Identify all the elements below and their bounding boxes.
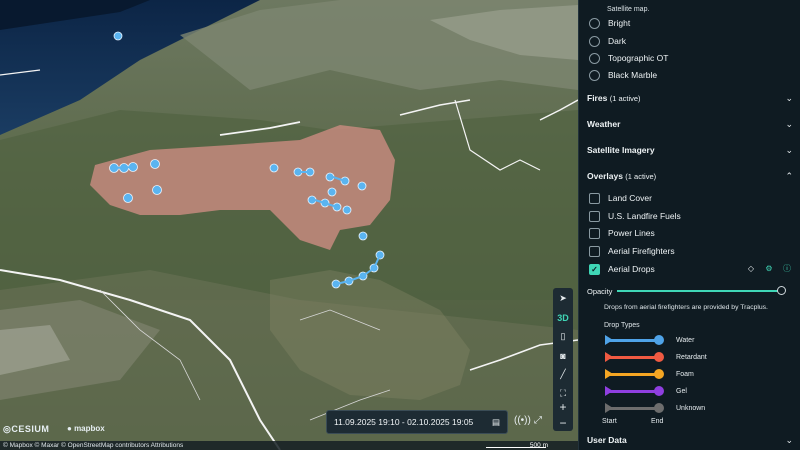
drop-type-label: Gel	[676, 387, 687, 395]
chevron-up-icon: ⌃	[785, 170, 793, 181]
zoom-controls: + −	[553, 399, 573, 431]
opacity-slider-thumb[interactable]	[777, 286, 786, 295]
section-satellite-imagery[interactable]: Satellite Imagery ⌄	[587, 143, 793, 157]
drop-marker[interactable]	[358, 231, 368, 241]
aerial-drops-actions: ◇ ⚙ ⓘ	[746, 263, 792, 273]
chevron-down-icon: ⌄	[785, 118, 793, 129]
section-weather[interactable]: Weather ⌄	[587, 117, 793, 131]
legend-start-label: Start	[602, 418, 617, 425]
drop-type-swatch	[605, 402, 664, 413]
overlay-aerial-firefighters[interactable]: Aerial Firefighters	[589, 244, 675, 258]
map-toolbar: ➤ 3D ▯ ◙ ╱ ⛶	[553, 288, 573, 404]
drop-line	[113, 166, 134, 169]
drop-marker[interactable]	[342, 205, 352, 215]
start-triangle-icon	[605, 334, 613, 345]
drop-marker[interactable]	[150, 159, 160, 169]
start-triangle-icon	[605, 402, 613, 413]
layers-sidebar: Satellite map. Bright Dark Topographic O…	[578, 0, 800, 450]
overlay-aerial-drops[interactable]: ✓ Aerial Drops	[589, 262, 655, 276]
section-fires[interactable]: Fires (1 active) ⌄	[587, 91, 793, 105]
drop-type-label: Water	[676, 336, 695, 344]
start-triangle-icon	[605, 368, 613, 379]
legend-end-label: End	[651, 418, 664, 425]
drop-marker[interactable]	[327, 187, 337, 197]
opacity-slider-track[interactable]	[617, 290, 782, 292]
cesium-logo: ◎CESIUM	[3, 424, 50, 434]
end-circle-icon	[654, 368, 664, 379]
drop-type-swatch	[605, 351, 664, 362]
drop-type-unknown: Unknown	[605, 402, 705, 414]
basemap-option-dark[interactable]: Dark	[589, 34, 626, 48]
zoom-in-button[interactable]: +	[554, 399, 572, 415]
start-triangle-icon	[605, 385, 613, 396]
section-overlays[interactable]: Overlays (1 active) ⌃	[587, 169, 793, 183]
calendar-icon[interactable]: ▤	[492, 417, 500, 428]
end-circle-icon	[654, 385, 664, 396]
overlay-land-cover[interactable]: Land Cover	[589, 191, 652, 205]
drop-marker[interactable]	[357, 181, 367, 191]
expand-timeline-icon[interactable]: ⤢	[534, 415, 542, 426]
overlay-landfire-fuels[interactable]: U.S. Landfire Fuels	[589, 209, 681, 223]
zoom-out-button[interactable]: −	[554, 415, 572, 431]
chevron-down-icon: ⌄	[785, 144, 793, 155]
basemap-option-bright[interactable]: Bright	[589, 16, 630, 30]
drop-type-swatch	[605, 368, 664, 379]
drop-marker[interactable]	[325, 172, 335, 182]
drop-marker[interactable]	[113, 31, 123, 41]
drop-type-swatch	[605, 334, 664, 345]
tag-icon[interactable]: ◇	[746, 263, 756, 273]
checkbox[interactable]	[589, 245, 600, 257]
scale-label: 500 m	[529, 442, 548, 449]
settings-icon[interactable]: ⚙	[764, 263, 774, 273]
opacity-label: Opacity	[587, 287, 613, 296]
radio-button[interactable]	[589, 52, 600, 64]
scale-line	[486, 447, 546, 448]
chevron-down-icon: ⌄	[785, 92, 793, 103]
radio-button[interactable]	[589, 17, 600, 29]
drop-type-foam: Foam	[605, 368, 694, 380]
drop-marker[interactable]	[269, 163, 279, 173]
3d-toggle-button[interactable]: 3D	[554, 309, 572, 326]
info-icon[interactable]: ⓘ	[782, 263, 792, 273]
drop-marker[interactable]	[123, 193, 133, 203]
camera-icon[interactable]: ◙	[554, 347, 572, 364]
map-viewport[interactable]: ➤ 3D ▯ ◙ ╱ ⛶ + − 11.09.2025 19:10 - 02.1…	[0, 0, 578, 450]
checkbox[interactable]	[589, 192, 600, 204]
end-circle-icon	[654, 402, 664, 413]
drops-source-note: Drops from aerial firefighters are provi…	[604, 304, 768, 311]
drop-types-label: Drop Types	[604, 322, 640, 329]
radio-button[interactable]	[589, 35, 600, 47]
drop-type-label: Unknown	[676, 404, 706, 412]
checkbox[interactable]	[589, 210, 600, 222]
time-range-picker[interactable]: 11.09.2025 19:10 - 02.10.2025 19:05 ▤	[326, 410, 508, 434]
drop-type-label: Foam	[676, 370, 694, 378]
section-user-data[interactable]: User Data ⌄	[587, 433, 793, 447]
overlay-power-lines[interactable]: Power Lines	[589, 226, 655, 240]
drop-marker[interactable]	[152, 185, 162, 195]
satellite-map-label: Satellite map.	[607, 6, 650, 13]
time-range-text: 11.09.2025 19:10 - 02.10.2025 19:05	[334, 417, 474, 427]
start-triangle-icon	[605, 351, 613, 362]
live-signal-icon[interactable]: ((•))	[514, 415, 531, 426]
end-circle-icon	[654, 351, 664, 362]
book-icon[interactable]: ▯	[554, 328, 572, 345]
drop-line	[335, 254, 381, 285]
navigation-arrow-icon[interactable]: ➤	[554, 290, 572, 307]
drop-type-gel: Gel	[605, 385, 687, 397]
radio-button[interactable]	[589, 69, 600, 81]
drop-type-retardant: Retardant	[605, 351, 707, 363]
drop-type-water: Water	[605, 334, 694, 346]
basemap-option-topographic[interactable]: Topographic OT	[589, 51, 668, 65]
chevron-down-icon: ⌄	[785, 434, 793, 445]
drop-marker[interactable]	[307, 195, 317, 205]
end-circle-icon	[654, 334, 664, 345]
drop-type-swatch	[605, 385, 664, 396]
mapbox-logo: ● mapbox	[67, 424, 105, 433]
aerial-drops-layer	[109, 31, 385, 289]
checkbox[interactable]	[589, 227, 600, 239]
basemap-option-black-marble[interactable]: Black Marble	[589, 68, 657, 82]
ruler-icon[interactable]: ╱	[554, 366, 572, 383]
drop-type-label: Retardant	[676, 353, 707, 361]
checkbox-checked[interactable]: ✓	[589, 263, 600, 275]
